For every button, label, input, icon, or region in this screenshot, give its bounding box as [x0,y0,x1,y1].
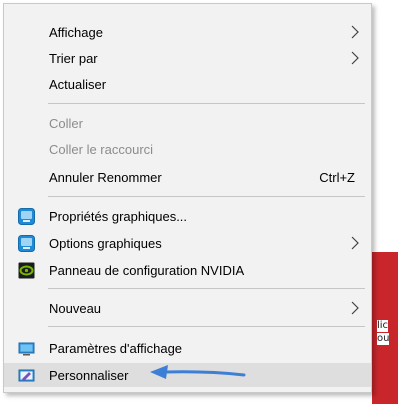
menu-item-label: Options graphiques [49,235,162,251]
shortcut-label: Ctrl+Z [319,169,355,185]
submenu-arrow-icon [351,51,359,65]
menu-item-label: Panneau de configuration NVIDIA [49,262,245,278]
menu-separator [48,196,365,197]
submenu-arrow-icon [351,301,359,315]
menu-item-label: Propriétés graphiques... [49,208,188,224]
menu-item-label: Nouveau [49,300,102,316]
menu-item-options-graphiques[interactable]: Options graphiques [4,231,371,255]
menu-item-coller: Coller [4,111,371,135]
menu-item-label: Annuler Renommer [49,169,162,185]
menu-item-nouveau[interactable]: Nouveau [4,296,371,320]
menu-item-proprietes-graphiques[interactable]: Propriétés graphiques... [4,204,371,228]
display-settings-icon [18,342,35,355]
desktop-text-fragment-2: ou [377,333,390,345]
menu-item-coller-raccourci: Coller le raccourci [4,137,371,161]
menu-item-label: Trier par [49,50,98,66]
menu-item-label: Affichage [49,24,103,40]
submenu-arrow-icon [351,236,359,250]
annotation-arrow-icon [150,365,246,379]
menu-separator [48,326,365,327]
menu-item-label: Actualiser [49,76,107,92]
nvidia-icon [18,262,35,278]
menu-item-trier-par[interactable]: Trier par [4,46,371,70]
menu-separator [48,103,365,104]
menu-item-affichage[interactable]: Affichage [4,20,371,44]
menu-item-label: Coller [49,115,83,131]
submenu-arrow-icon [351,25,359,39]
menu-separator [48,288,365,289]
desktop-text-fragment-1: lic [377,320,389,332]
intel-graphics-icon [18,207,35,225]
menu-item-label: Paramètres d'affichage [49,340,183,356]
menu-item-annuler-renommer[interactable]: Annuler Renommer Ctrl+Z [4,165,371,189]
menu-item-label: Coller le raccourci [49,141,154,157]
menu-item-actualiser[interactable]: Actualiser [4,72,371,96]
desktop-context-menu: Affichage Trier par Actualiser Coller Co… [3,3,372,393]
intel-graphics-icon [18,234,35,252]
menu-item-parametres-affichage[interactable]: Paramètres d'affichage [4,336,371,360]
menu-item-label: Personnaliser [49,367,129,383]
menu-item-nvidia-panel[interactable]: Panneau de configuration NVIDIA [4,258,371,282]
personalize-icon [18,369,35,381]
